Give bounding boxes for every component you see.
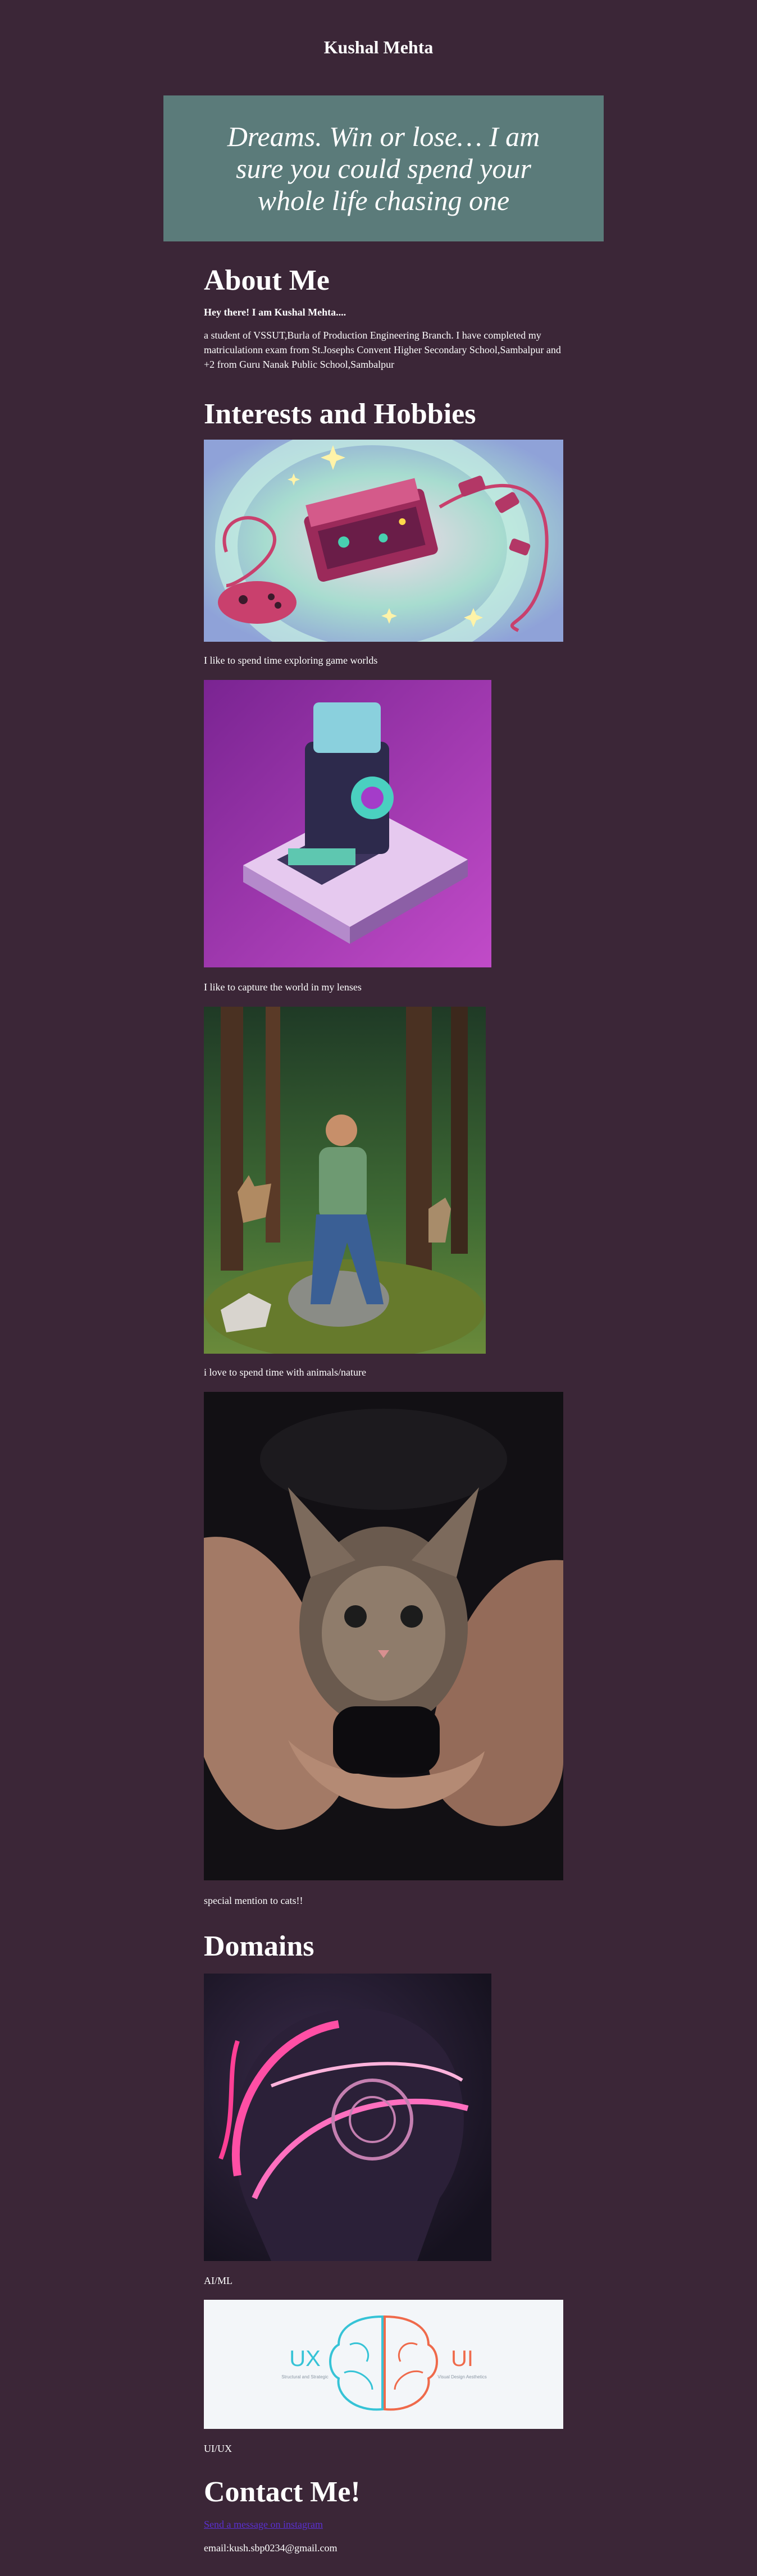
contact-heading: Contact Me! xyxy=(204,2476,361,2508)
contact-email: email:kush.sbp0234@gmail.com xyxy=(204,2542,338,2554)
instagram-link[interactable]: Send a message on instagram xyxy=(204,2519,563,2531)
site-title: Kushal Mehta xyxy=(323,37,434,57)
kitten-in-hands-photo xyxy=(204,1392,563,1880)
quote-banner: Dreams. Win or lose… I am sure you could… xyxy=(163,95,604,241)
gaming-console-illustration xyxy=(204,440,563,642)
man-with-animals-photo xyxy=(204,1007,486,1354)
interests-heading: Interests and Hobbies xyxy=(204,398,476,430)
camera-illustration xyxy=(204,680,491,967)
about-greeting: Hey there! I am Kushal Mehta.... xyxy=(204,307,346,318)
ux-ui-brain-illustration: UX Structural and Strategic UI Visual De… xyxy=(204,2300,563,2429)
about-heading: About Me xyxy=(204,264,330,296)
caption-nature: i love to spend time with animals/nature xyxy=(204,1367,366,1378)
svg-text:UX: UX xyxy=(289,2346,321,2371)
caption-gaming: I like to spend time exploring game worl… xyxy=(204,655,378,666)
ai-head-illustration xyxy=(204,1974,491,2261)
svg-text:Structural and Strategic: Structural and Strategic xyxy=(281,2374,329,2379)
svg-text:Visual Design Aesthetics: Visual Design Aesthetics xyxy=(437,2374,486,2379)
about-bio: a student of VSSUT,Burla of Production E… xyxy=(204,330,561,370)
caption-aiml: AI/ML xyxy=(204,2275,232,2286)
svg-text:UI: UI xyxy=(451,2346,473,2371)
domains-heading: Domains xyxy=(204,1930,314,1962)
quote-text: Dreams. Win or lose… I am sure you could… xyxy=(227,120,540,216)
caption-cats: special mention to cats!! xyxy=(204,1895,303,1906)
caption-camera: I like to capture the world in my lenses xyxy=(204,981,362,993)
about-section: About Me xyxy=(204,264,563,298)
caption-uiux: UI/UX xyxy=(204,2443,232,2454)
